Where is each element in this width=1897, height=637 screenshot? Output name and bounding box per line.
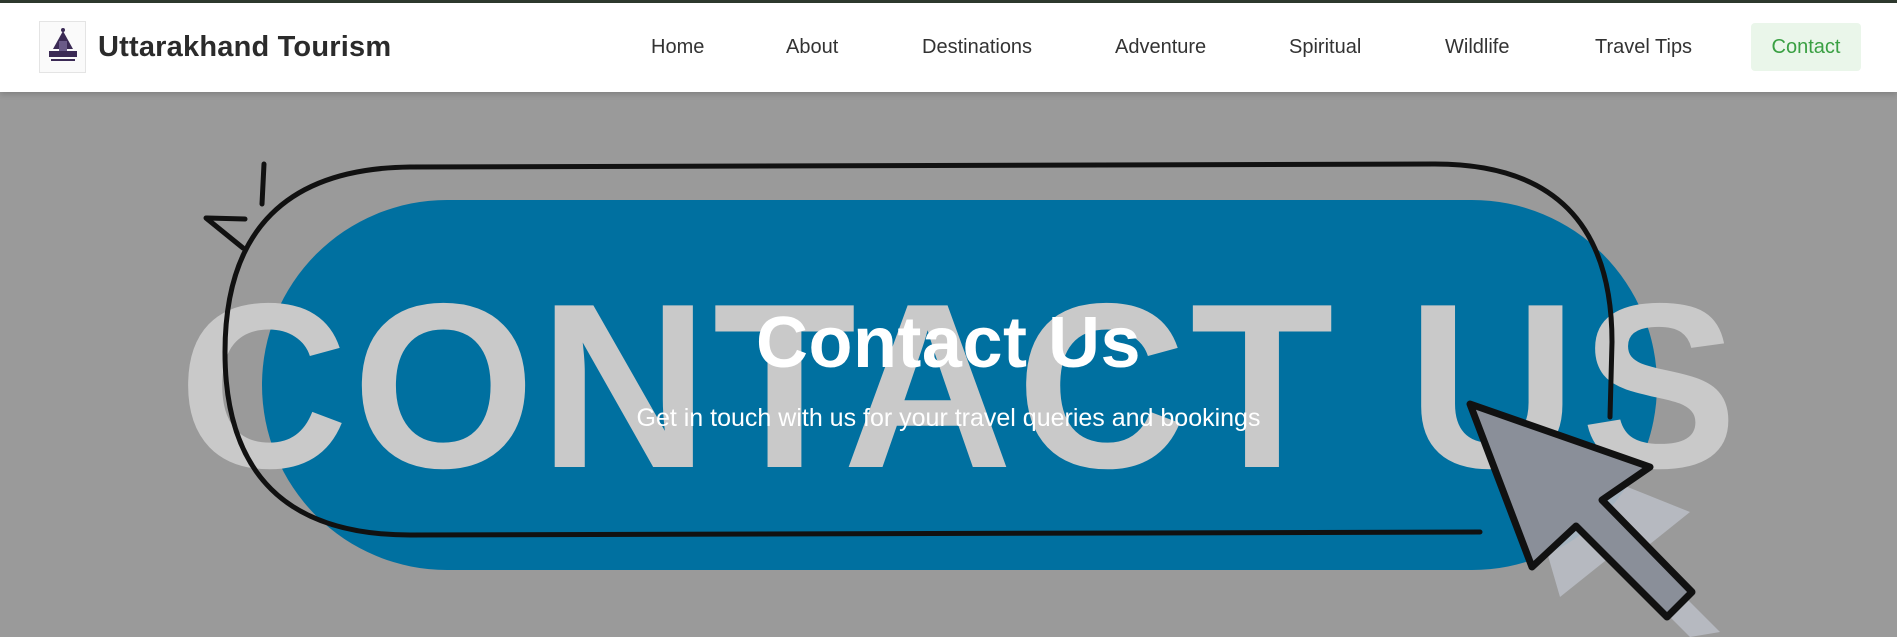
hero-banner: CONTACT US Contact Us Get in touch with … [0,92,1897,637]
navbar: Uttarakhand Tourism Home About Destinati… [0,3,1897,92]
nav-adventure[interactable]: Adventure [1115,23,1206,71]
nav-destinations[interactable]: Destinations [922,23,1032,71]
hero-subtitle: Get in touch with us for your travel que… [636,404,1261,432]
hero-title: Contact Us [755,303,1142,383]
nav-spiritual[interactable]: Spiritual [1289,23,1361,71]
nav-about[interactable]: About [786,23,838,71]
main-nav: Home About Destinations Adventure Spirit… [0,23,1897,71]
nav-wildlife[interactable]: Wildlife [1445,23,1509,71]
nav-contact[interactable]: Contact [1751,23,1861,71]
nav-travel-tips[interactable]: Travel Tips [1595,23,1692,71]
nav-home[interactable]: Home [651,23,704,71]
